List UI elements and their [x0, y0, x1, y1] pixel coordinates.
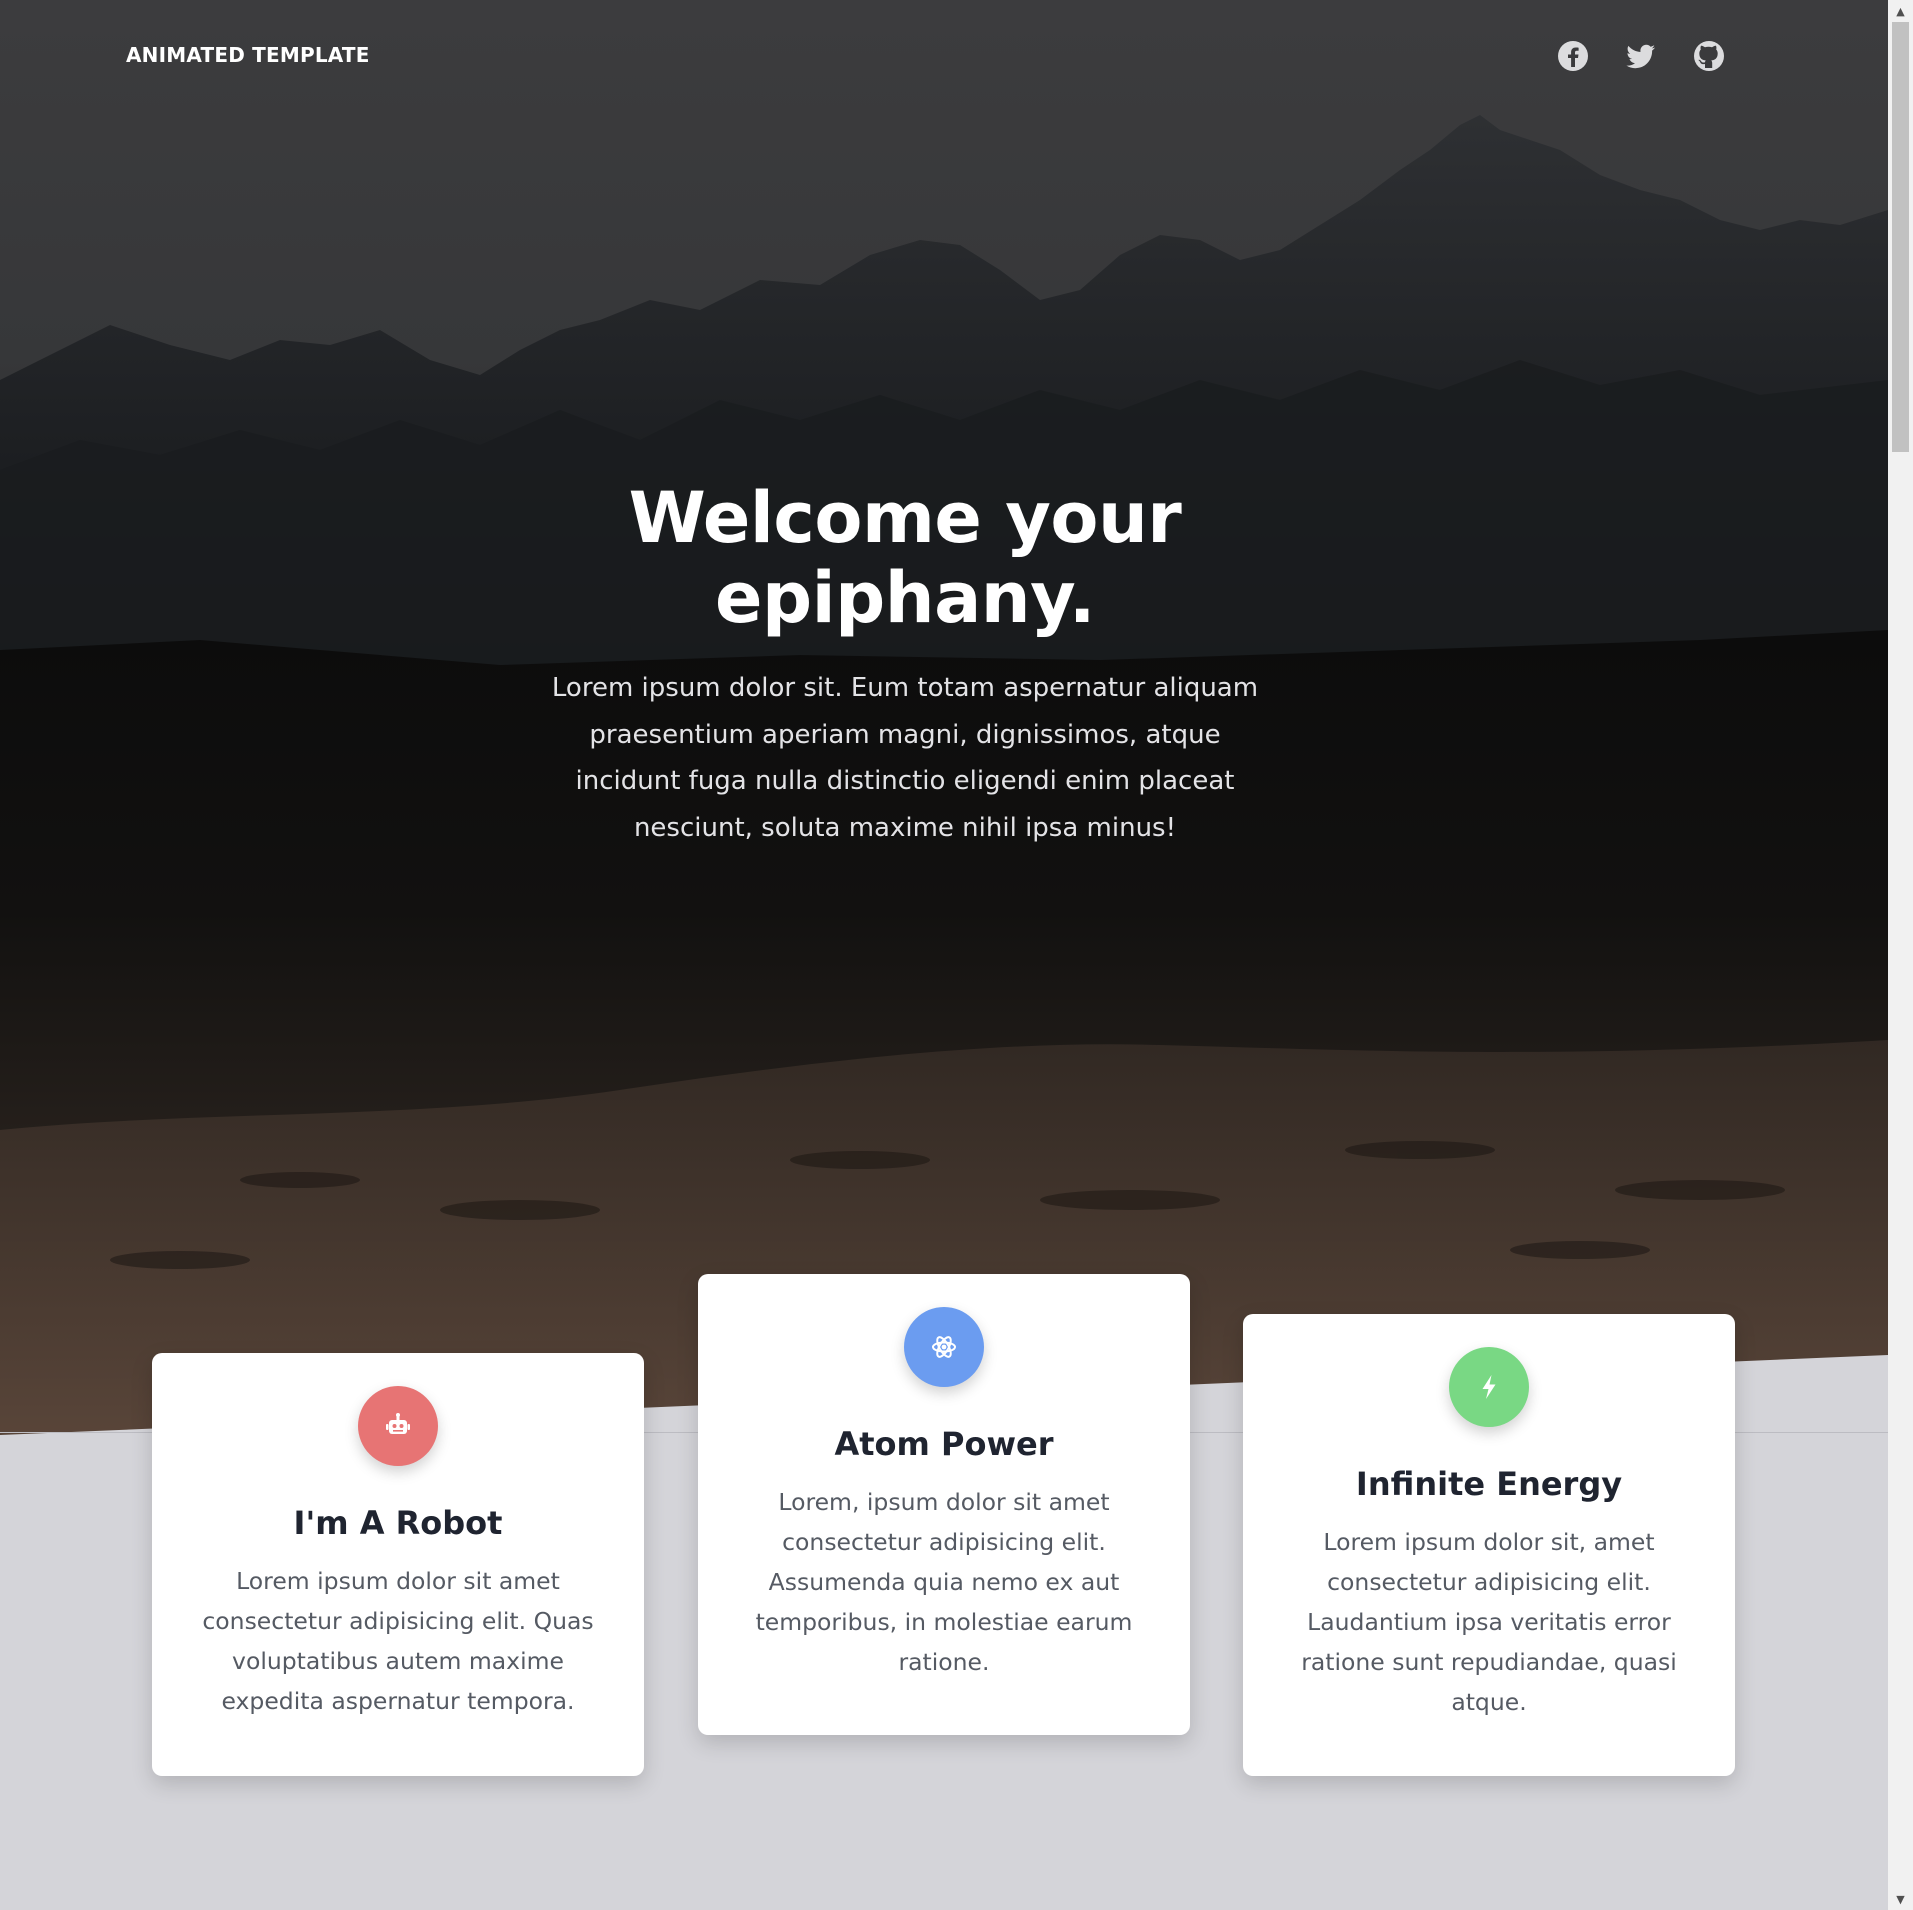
card-title: Atom Power — [834, 1425, 1054, 1463]
page: ANIMATED TEMPLATE Welcome your epiphany.… — [0, 0, 1913, 1910]
brand-logo[interactable]: ANIMATED TEMPLATE — [126, 43, 370, 67]
scrollbar-thumb[interactable] — [1892, 22, 1909, 452]
scroll-up-arrow-icon[interactable]: ▲ — [1888, 0, 1913, 22]
feature-card-robot: I'm A Robot Lorem ipsum dolor sit amet c… — [152, 1353, 644, 1776]
scroll-down-arrow-icon[interactable]: ▼ — [1888, 1888, 1913, 1910]
card-icon-circle — [358, 1386, 438, 1466]
hero-description: Lorem ipsum dolor sit. Eum totam asperna… — [551, 673, 1259, 843]
vertical-scrollbar[interactable]: ▲ ▼ — [1888, 0, 1913, 1910]
atom-icon — [932, 1336, 956, 1358]
twitter-icon[interactable] — [1624, 39, 1658, 73]
robot-icon — [386, 1413, 410, 1434]
card-icon-circle — [1449, 1347, 1529, 1427]
hero-title: Welcome your epiphany. — [480, 478, 1330, 638]
card-description: Lorem ipsum dolor sit, amet consectetur … — [1301, 1528, 1677, 1716]
facebook-icon[interactable] — [1556, 39, 1590, 73]
card-title: Infinite Energy — [1355, 1465, 1623, 1503]
feature-card-atom: Atom Power Lorem, ipsum dolor sit amet c… — [698, 1274, 1190, 1735]
card-title: I'm A Robot — [293, 1504, 503, 1542]
hero-section: ANIMATED TEMPLATE Welcome your epiphany.… — [0, 0, 1888, 1435]
feature-card-energy: Infinite Energy Lorem ipsum dolor sit, a… — [1243, 1314, 1735, 1776]
card-icon-circle — [904, 1307, 984, 1387]
card-description: Lorem, ipsum dolor sit amet consectetur … — [755, 1488, 1133, 1676]
github-icon[interactable] — [1692, 39, 1726, 73]
bolt-icon — [1482, 1375, 1496, 1399]
hero-title-line2: epiphany. — [715, 557, 1095, 639]
card-description: Lorem ipsum dolor sit amet consectetur a… — [202, 1567, 594, 1715]
hero-title-line1: Welcome your — [628, 477, 1182, 559]
